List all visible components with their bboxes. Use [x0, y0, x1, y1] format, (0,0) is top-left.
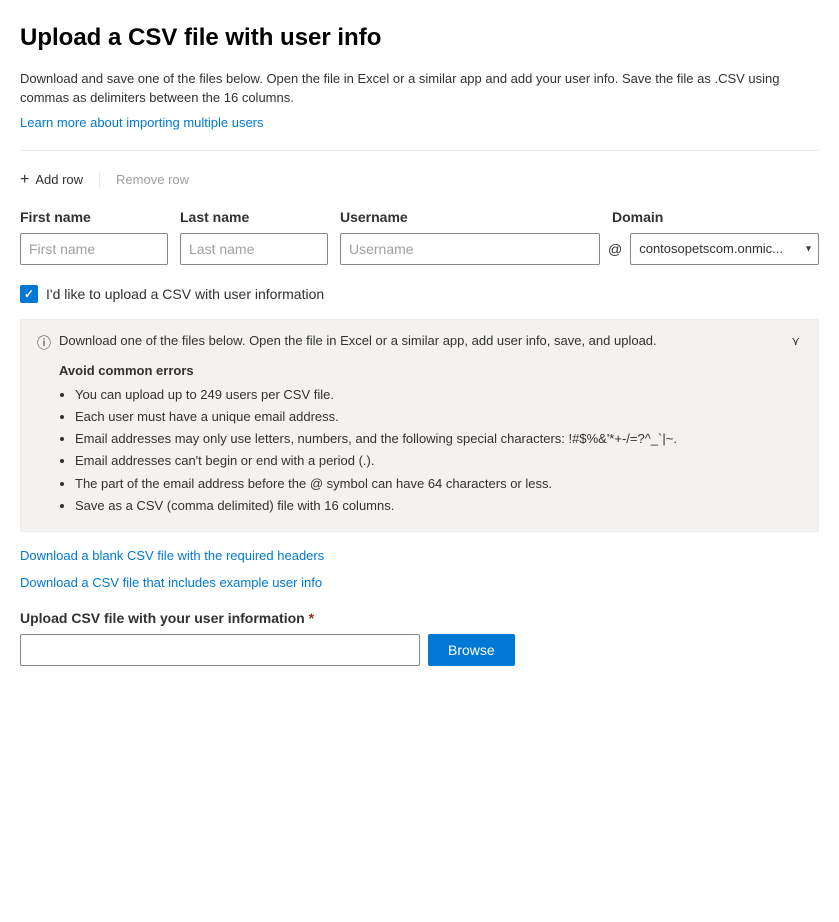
- last-name-label: Last name: [180, 209, 328, 225]
- username-label: Username: [340, 209, 600, 225]
- last-name-field-wrapper: [180, 233, 328, 265]
- add-row-label: Add row: [35, 172, 83, 187]
- info-circle-icon: ⓘ: [37, 333, 51, 353]
- error-list: You can upload up to 249 users per CSV f…: [75, 386, 802, 515]
- upload-file-input[interactable]: [20, 634, 420, 666]
- page-title: Upload a CSV file with user info: [20, 24, 819, 53]
- info-description-text: Download one of the files below. Open th…: [59, 332, 657, 350]
- upload-label-text: Upload CSV file with your user informati…: [20, 610, 305, 626]
- info-header: ⓘ Download one of the files below. Open …: [37, 332, 802, 353]
- form-inputs-row: @ contosopetscom.onmic... ▾: [20, 233, 819, 265]
- download-blank-csv-link[interactable]: Download a blank CSV file with the requi…: [20, 548, 819, 563]
- first-name-field-wrapper: [20, 233, 168, 265]
- download-links-section: Download a blank CSV file with the requi…: [20, 548, 819, 590]
- csv-upload-checkbox-label: I'd like to upload a CSV with user infor…: [46, 286, 324, 302]
- info-box: ⓘ Download one of the files below. Open …: [20, 319, 819, 532]
- list-item: Save as a CSV (comma delimited) file wit…: [75, 497, 802, 515]
- first-name-label: First name: [20, 209, 168, 225]
- last-name-input[interactable]: [180, 233, 328, 265]
- browse-button[interactable]: Browse: [428, 634, 515, 666]
- at-symbol: @: [600, 241, 630, 257]
- plus-icon: +: [20, 171, 29, 189]
- domain-select[interactable]: contosopetscom.onmic...: [630, 233, 819, 265]
- error-section-title: Avoid common errors: [59, 363, 802, 378]
- list-item: The part of the email address before the…: [75, 475, 802, 493]
- list-item: Email addresses can't begin or end with …: [75, 452, 802, 470]
- checkmark-icon: ✓: [24, 288, 34, 300]
- add-row-button[interactable]: + Add row: [20, 171, 83, 189]
- upload-label: Upload CSV file with your user informati…: [20, 610, 819, 626]
- list-item: You can upload up to 249 users per CSV f…: [75, 386, 802, 404]
- info-header-left: ⓘ Download one of the files below. Open …: [37, 332, 789, 353]
- upload-section: Upload CSV file with your user informati…: [20, 610, 819, 666]
- section-divider: [20, 150, 819, 151]
- description-text: Download and save one of the files below…: [20, 69, 819, 108]
- remove-row-button[interactable]: Remove row: [116, 172, 189, 187]
- user-form: First name Last name Username Domain @ c…: [20, 209, 819, 265]
- remove-row-label: Remove row: [116, 172, 189, 187]
- learn-more-link[interactable]: Learn more about importing multiple user…: [20, 115, 264, 130]
- csv-upload-checkbox-section: ✓ I'd like to upload a CSV with user inf…: [20, 285, 819, 303]
- upload-row: Browse: [20, 634, 819, 666]
- first-name-input[interactable]: [20, 233, 168, 265]
- username-field-wrapper: [340, 233, 600, 265]
- csv-upload-checkbox[interactable]: ✓: [20, 285, 38, 303]
- domain-select-wrapper: contosopetscom.onmic... ▾: [630, 233, 819, 265]
- list-item: Each user must have a unique email addre…: [75, 408, 802, 426]
- toolbar-separator: [99, 172, 100, 188]
- required-indicator: *: [309, 610, 314, 626]
- domain-label: Domain: [612, 209, 819, 225]
- username-input[interactable]: [340, 233, 600, 265]
- download-example-csv-link[interactable]: Download a CSV file that includes exampl…: [20, 575, 819, 590]
- form-labels-row: First name Last name Username Domain: [20, 209, 819, 225]
- collapse-icon[interactable]: ⋎: [789, 332, 802, 350]
- toolbar: + Add row Remove row: [20, 171, 819, 189]
- list-item: Email addresses may only use letters, nu…: [75, 430, 802, 448]
